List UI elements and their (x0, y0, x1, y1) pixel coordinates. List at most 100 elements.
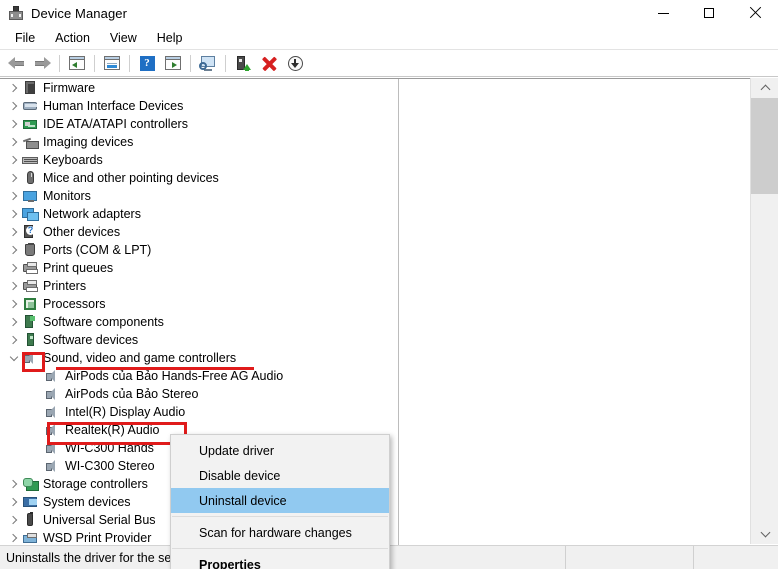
context-menu-item[interactable]: Scan for hardware changes (171, 520, 389, 545)
tree-item[interactable]: Monitors (0, 187, 398, 205)
tree-item[interactable]: Software devices (0, 331, 398, 349)
forward-button[interactable] (30, 52, 54, 74)
tree-expander[interactable] (6, 152, 22, 168)
scroll-down-button[interactable] (751, 524, 778, 544)
tree-expander[interactable] (6, 224, 22, 240)
tree-item-label: AirPods của Bảo Stereo (65, 387, 199, 401)
tree-expander[interactable] (6, 494, 22, 510)
properties-button[interactable] (100, 52, 124, 74)
tree-item[interactable]: Print queues (0, 259, 398, 277)
tree-expander[interactable] (6, 512, 22, 528)
update-driver-icon (236, 55, 251, 71)
tree-expander[interactable] (6, 242, 22, 258)
tree-expander[interactable] (6, 98, 22, 114)
show-hide-console-tree-button[interactable] (161, 52, 185, 74)
tree-expander[interactable] (6, 530, 22, 545)
chevron-right-icon (8, 533, 18, 543)
tree-expander[interactable] (6, 188, 22, 204)
tree-expander[interactable] (6, 170, 22, 186)
toolbar-separator (225, 54, 226, 72)
chevron-right-icon (8, 155, 18, 165)
menu-view[interactable]: View (101, 28, 146, 48)
storage-controller-icon (22, 476, 39, 492)
audio-device-icon (44, 440, 60, 456)
software-component-icon (22, 314, 38, 330)
menu-bar: File Action View Help (0, 26, 778, 50)
disable-device-button[interactable] (283, 52, 307, 74)
tree-item[interactable]: Mice and other pointing devices (0, 169, 398, 187)
close-icon (749, 7, 761, 19)
tree-expander[interactable] (6, 116, 22, 132)
menu-help[interactable]: Help (148, 28, 192, 48)
tree-item[interactable]: Ports (COM & LPT) (0, 241, 398, 259)
menu-action[interactable]: Action (46, 28, 99, 48)
software-device-icon (22, 332, 38, 348)
tree-expander[interactable] (6, 314, 22, 330)
tree-item[interactable]: Intel(R) Display Audio (0, 403, 398, 421)
context-menu-item[interactable]: Uninstall device (171, 488, 389, 513)
status-panel-2 (566, 545, 694, 569)
system-device-icon (22, 494, 38, 510)
update-driver-button[interactable] (231, 52, 255, 74)
sound-controller-icon (22, 350, 38, 366)
back-button[interactable] (4, 52, 28, 74)
port-icon (22, 242, 38, 258)
tree-item[interactable]: Network adapters (0, 205, 398, 223)
tree-expander-empty (28, 368, 44, 384)
context-menu-separator (172, 548, 388, 549)
scrollbar-thumb[interactable] (751, 98, 778, 194)
tree-item[interactable]: Other devices (0, 223, 398, 241)
context-menu-item[interactable]: Update driver (171, 438, 389, 463)
window-title: Device Manager (31, 5, 128, 21)
chevron-right-icon (8, 263, 18, 273)
tree-item-label: Software components (43, 315, 164, 329)
tree-item[interactable]: AirPods của Bảo Stereo (0, 385, 398, 403)
tree-expander[interactable] (6, 332, 22, 348)
tree-expander[interactable] (6, 80, 22, 96)
scan-for-hardware-changes-button[interactable] (196, 52, 220, 74)
scroll-up-button[interactable] (751, 78, 778, 98)
tree-item[interactable]: AirPods của Bảo Hands-Free AG Audio (0, 367, 398, 385)
tree-expander[interactable] (6, 476, 22, 492)
tree-expander[interactable] (6, 350, 22, 366)
tree-item[interactable]: Software components (0, 313, 398, 331)
tree-item[interactable]: Sound, video and game controllers (0, 349, 398, 367)
audio-device-icon (44, 422, 60, 438)
menu-file[interactable]: File (6, 28, 44, 48)
tree-expander[interactable] (6, 206, 22, 222)
tree-item-label: Human Interface Devices (43, 99, 184, 113)
uninstall-device-button[interactable] (257, 52, 281, 74)
title-bar: Device Manager (0, 0, 778, 26)
audio-device-icon (44, 404, 60, 420)
mouse-icon (22, 170, 38, 186)
vertical-scrollbar[interactable] (750, 78, 778, 544)
tree-expander[interactable] (6, 278, 22, 294)
tree-item[interactable]: Imaging devices (0, 133, 398, 151)
chevron-right-icon (8, 335, 18, 345)
close-button[interactable] (732, 0, 778, 26)
tree-expander[interactable] (6, 134, 22, 150)
minimize-button[interactable] (640, 0, 686, 26)
chevron-up-icon (760, 84, 770, 95)
context-menu-item[interactable]: Properties (171, 552, 389, 569)
up-one-level-button[interactable] (65, 52, 89, 74)
tree-item-label: WI-C300 Stereo (65, 459, 155, 473)
tree-item[interactable]: IDE ATA/ATAPI controllers (0, 115, 398, 133)
tree-item[interactable]: Human Interface Devices (0, 97, 398, 115)
context-menu[interactable]: Update driver Disable device Uninstall dev… (170, 434, 390, 569)
help-button[interactable]: ? (135, 52, 159, 74)
chevron-right-icon (8, 101, 18, 111)
tree-item[interactable]: Printers (0, 277, 398, 295)
tree-item[interactable]: Keyboards (0, 151, 398, 169)
tree-expander[interactable] (6, 260, 22, 276)
tree-item-label: Intel(R) Display Audio (65, 405, 186, 419)
forward-arrow-icon (34, 56, 51, 70)
tree-expander[interactable] (6, 296, 22, 312)
context-menu-item[interactable]: Disable device (171, 463, 389, 488)
tree-item[interactable]: Firmware (0, 79, 398, 97)
maximize-button[interactable] (686, 0, 732, 26)
tree-expander-empty (28, 440, 44, 456)
tree-item-label: Imaging devices (43, 135, 134, 149)
keyboard-icon (22, 152, 38, 168)
tree-item[interactable]: Processors (0, 295, 398, 313)
